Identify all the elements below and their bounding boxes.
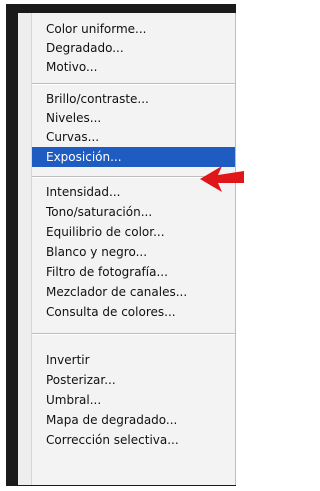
menu-item-niveles[interactable]: Niveles... (32, 108, 235, 128)
menu-item-mezclador-de-canales[interactable]: Mezclador de canales... (32, 282, 235, 302)
menu-frame: Color uniforme... Degradado... Motivo...… (6, 4, 236, 486)
menu-item-color-uniforme[interactable]: Color uniforme... (32, 19, 235, 39)
menu-item-blanco-y-negro[interactable]: Blanco y negro... (32, 242, 235, 262)
menu-item-posterizar[interactable]: Posterizar... (32, 370, 235, 390)
menu-item-correccion-selectiva[interactable]: Corrección selectiva... (32, 430, 235, 450)
menu-item-umbral[interactable]: Umbral... (32, 390, 235, 410)
menu-item-curvas[interactable]: Curvas... (32, 127, 235, 147)
menu-item-motivo[interactable]: Motivo... (32, 57, 235, 77)
menu-item-degradado[interactable]: Degradado... (32, 38, 235, 58)
menu-item-mapa-de-degradado[interactable]: Mapa de degradado... (32, 410, 235, 430)
red-arrow-shape (200, 166, 244, 192)
menu-item-tono-saturacion[interactable]: Tono/saturación... (32, 202, 235, 222)
menu-item-brillo-contraste[interactable]: Brillo/contraste... (32, 89, 235, 109)
menu-separator (32, 83, 235, 85)
menu-item-equilibrio-de-color[interactable]: Equilibrio de color... (32, 222, 235, 242)
menu-item-invertir[interactable]: Invertir (32, 350, 235, 370)
adjustment-layer-menu: Color uniforme... Degradado... Motivo...… (18, 13, 236, 485)
menu-icon-gutter (18, 13, 32, 485)
red-arrow-icon (200, 166, 244, 192)
menu-separator (32, 333, 235, 335)
menu-item-consulta-de-colores[interactable]: Consulta de colores... (32, 302, 235, 322)
menu-item-filtro-de-fotografia[interactable]: Filtro de fotografía... (32, 262, 235, 282)
